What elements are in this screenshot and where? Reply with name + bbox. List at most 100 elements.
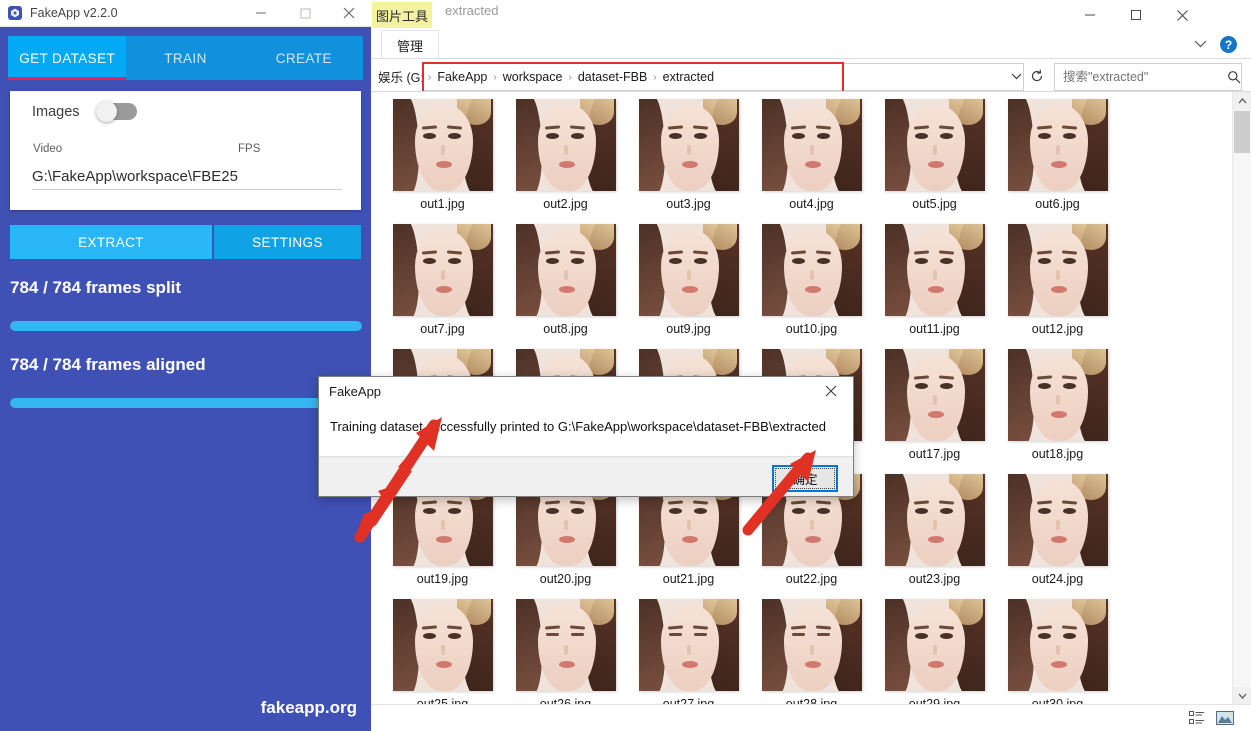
tab-train[interactable]: TRAIN [126, 36, 245, 80]
fps-input[interactable] [238, 161, 342, 185]
file-grid-item[interactable]: out30.jpg [996, 595, 1119, 705]
chevron-up-icon[interactable] [1233, 92, 1251, 110]
breadcrumb-item-extracted[interactable]: extracted [658, 70, 719, 84]
file-name-label: out9.jpg [666, 322, 711, 336]
list-view-icon[interactable] [1187, 709, 1207, 727]
file-grid-item[interactable]: out11.jpg [873, 220, 996, 345]
search-input[interactable] [1055, 69, 1226, 85]
breadcrumb-item-workspace[interactable]: workspace [498, 70, 568, 84]
file-thumbnail[interactable] [884, 474, 985, 566]
file-name-label: out10.jpg [785, 322, 838, 336]
file-grid-item[interactable]: out5.jpg [873, 95, 996, 220]
file-grid-item[interactable]: out1.jpg [381, 95, 504, 220]
fakeapp-title-bar: FakeApp v2.2.0 [0, 0, 371, 27]
file-thumbnail[interactable] [515, 599, 616, 691]
file-thumbnail[interactable] [392, 224, 493, 316]
fakeapp-minimize-button[interactable] [239, 0, 283, 26]
file-thumbnail[interactable] [1007, 99, 1108, 191]
file-name-label: out5.jpg [912, 197, 957, 211]
file-grid-item[interactable]: out7.jpg [381, 220, 504, 345]
file-grid-item[interactable]: out12.jpg [996, 220, 1119, 345]
file-grid-item[interactable]: out17.jpg [873, 345, 996, 470]
chevron-down-icon[interactable] [1233, 687, 1251, 705]
help-icon[interactable]: ? [1220, 36, 1237, 53]
file-grid-item[interactable]: out29.jpg [873, 595, 996, 705]
file-thumbnail[interactable] [392, 99, 493, 191]
explorer-close-button[interactable] [1159, 0, 1205, 30]
address-bar[interactable]: › FakeApp › workspace › dataset-FBB › ex… [422, 63, 1024, 91]
dialog-title: FakeApp [329, 383, 382, 399]
vertical-scrollbar[interactable] [1232, 92, 1251, 705]
file-thumbnail[interactable] [761, 99, 862, 191]
explorer-minimize-button[interactable] [1067, 0, 1113, 30]
file-name-label: out17.jpg [908, 447, 961, 461]
ribbon-tab-manage[interactable]: 管理 [381, 30, 439, 59]
tab-get-dataset[interactable]: GET DATASET [8, 36, 127, 80]
file-thumbnail[interactable] [638, 224, 739, 316]
file-thumbnail[interactable] [1007, 224, 1108, 316]
fakeapp-tab-bar: GET DATASET TRAIN CREATE [8, 36, 363, 80]
file-thumbnail[interactable] [761, 599, 862, 691]
file-thumbnail[interactable] [392, 599, 493, 691]
breadcrumb-item-dataset-fbb[interactable]: dataset-FBB [573, 70, 652, 84]
breadcrumb-item-fakeapp[interactable]: FakeApp [432, 70, 492, 84]
frames-aligned-label: 784 / 784 frames aligned [10, 355, 206, 374]
file-grid-item[interactable]: out8.jpg [504, 220, 627, 345]
images-toggle[interactable] [95, 101, 137, 122]
scrollbar-thumb[interactable] [1234, 111, 1250, 153]
file-grid-item[interactable]: out25.jpg [381, 595, 504, 705]
file-name-label: out22.jpg [785, 572, 838, 586]
fakeapp-maximize-button[interactable] [283, 0, 327, 26]
file-grid-item[interactable]: out23.jpg [873, 470, 996, 595]
file-grid-item[interactable]: out18.jpg [996, 345, 1119, 470]
explorer-maximize-button[interactable] [1113, 0, 1159, 30]
file-grid-item[interactable]: out10.jpg [750, 220, 873, 345]
file-grid-item[interactable]: out28.jpg [750, 595, 873, 705]
search-box[interactable] [1054, 63, 1242, 91]
address-drive-label: 娱乐 (G:) [378, 71, 428, 85]
settings-button[interactable]: SETTINGS [214, 225, 361, 259]
dialog-ok-label: 确定 [792, 473, 818, 487]
refresh-icon[interactable] [1026, 63, 1048, 89]
file-thumbnail[interactable] [1007, 599, 1108, 691]
file-thumbnail[interactable] [884, 599, 985, 691]
file-thumbnail[interactable] [515, 99, 616, 191]
tab-create[interactable]: CREATE [244, 36, 363, 80]
fakeapp-close-button[interactable] [327, 0, 371, 26]
fakeapp-window: FakeApp v2.2.0 GET DATASET TRAIN CREATE … [0, 0, 371, 731]
file-name-label: out12.jpg [1031, 322, 1084, 336]
explorer-ribbon-row: 管理 ? [371, 30, 1251, 60]
file-thumbnail[interactable] [638, 599, 739, 691]
file-grid-item[interactable]: out3.jpg [627, 95, 750, 220]
file-thumbnail[interactable] [884, 99, 985, 191]
file-name-label: out3.jpg [666, 197, 711, 211]
file-thumbnail[interactable] [515, 224, 616, 316]
fakeapp-title: FakeApp v2.2.0 [30, 6, 118, 20]
file-grid-item[interactable]: out9.jpg [627, 220, 750, 345]
frames-aligned-progressbar [10, 398, 362, 408]
progress-fill [10, 398, 362, 408]
chevron-down-icon[interactable] [1194, 35, 1207, 53]
file-grid-item[interactable]: out4.jpg [750, 95, 873, 220]
extract-button[interactable]: EXTRACT [10, 225, 212, 259]
dialog-close-icon[interactable] [809, 377, 853, 405]
address-history-dropdown-icon[interactable] [1007, 63, 1025, 89]
file-grid-item[interactable]: out2.jpg [504, 95, 627, 220]
contextual-tab-picture-tools[interactable]: 图片工具 [372, 2, 432, 28]
dialog-ok-button[interactable]: 确定 [772, 465, 838, 492]
file-grid-item[interactable]: out24.jpg [996, 470, 1119, 595]
file-grid-item[interactable]: out27.jpg [627, 595, 750, 705]
file-name-label: out1.jpg [420, 197, 465, 211]
file-thumbnail[interactable] [884, 224, 985, 316]
file-thumbnail[interactable] [884, 349, 985, 441]
dialog-title-bar: FakeApp [319, 377, 853, 405]
file-thumbnail[interactable] [1007, 349, 1108, 441]
file-thumbnail[interactable] [638, 99, 739, 191]
search-icon[interactable] [1226, 70, 1241, 84]
file-thumbnail[interactable] [1007, 474, 1108, 566]
fakeapp-footer-link[interactable]: fakeapp.org [261, 698, 357, 718]
file-grid-item[interactable]: out6.jpg [996, 95, 1119, 220]
file-thumbnail[interactable] [761, 224, 862, 316]
thumbnail-view-icon[interactable] [1215, 709, 1235, 727]
file-grid-item[interactable]: out26.jpg [504, 595, 627, 705]
